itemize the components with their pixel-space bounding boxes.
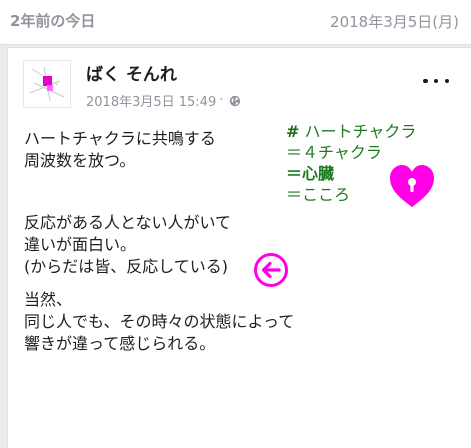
avatar-image	[29, 66, 65, 102]
more-dot	[444, 78, 449, 84]
post-line: 違いが面白い。	[24, 235, 137, 254]
hashtag-line-2: ＝４チャクラ	[286, 143, 382, 162]
avatar[interactable]	[23, 60, 71, 108]
memory-title: 2年前の今日	[10, 12, 96, 30]
more-dot	[423, 78, 428, 84]
author-name[interactable]: ばく そんれ	[86, 60, 177, 85]
arrow-left-circle-icon	[254, 253, 288, 287]
post-paragraph-1: ハートチャクラに共鳴する 周波数を放つ。	[24, 128, 216, 172]
memory-header: 2年前の今日 2018年3月5日(月)	[0, 0, 471, 45]
globe-icon[interactable]	[229, 95, 241, 107]
post-timestamp[interactable]: 2018年3月5日 15:49	[86, 91, 216, 110]
heart-keyhole-icon	[390, 165, 434, 207]
post-paragraph-2: 反応がある人とない人がいて 違いが面白い。 (からだは皆、反応している)	[24, 212, 231, 278]
post-paragraph-3: 当然、 同じ人でも、その時々の状態によって 響きが違って感じられる。	[24, 289, 294, 355]
hashtag-line-1[interactable]: # ハートチャクラ	[286, 121, 416, 142]
post-line: 当然、	[24, 290, 73, 309]
post-meta: 2018年3月5日 15:49 ·	[86, 91, 241, 110]
post-line: ハートチャクラに共鳴する	[24, 129, 216, 148]
post-line: 同じ人でも、その時々の状態によって	[24, 312, 295, 331]
memory-date: 2018年3月5日(月)	[330, 13, 459, 31]
post-card: ばく そんれ 2018年3月5日 15:49 · ハートチャクラに共鳴する 周波…	[7, 47, 471, 448]
post-line: 周波数を放つ。	[24, 151, 136, 170]
more-dot	[433, 78, 439, 84]
post-line: 響きが違って感じられる。	[24, 334, 216, 353]
hashtag-text: ハートチャクラ	[304, 122, 417, 141]
hashtag-symbol: #	[286, 122, 300, 141]
post-line: (からだは皆、反応している)	[24, 257, 229, 276]
more-options-icon[interactable]	[423, 74, 449, 88]
meta-separator: ·	[219, 93, 224, 108]
post-line: 反応がある人とない人がいて	[24, 213, 232, 232]
